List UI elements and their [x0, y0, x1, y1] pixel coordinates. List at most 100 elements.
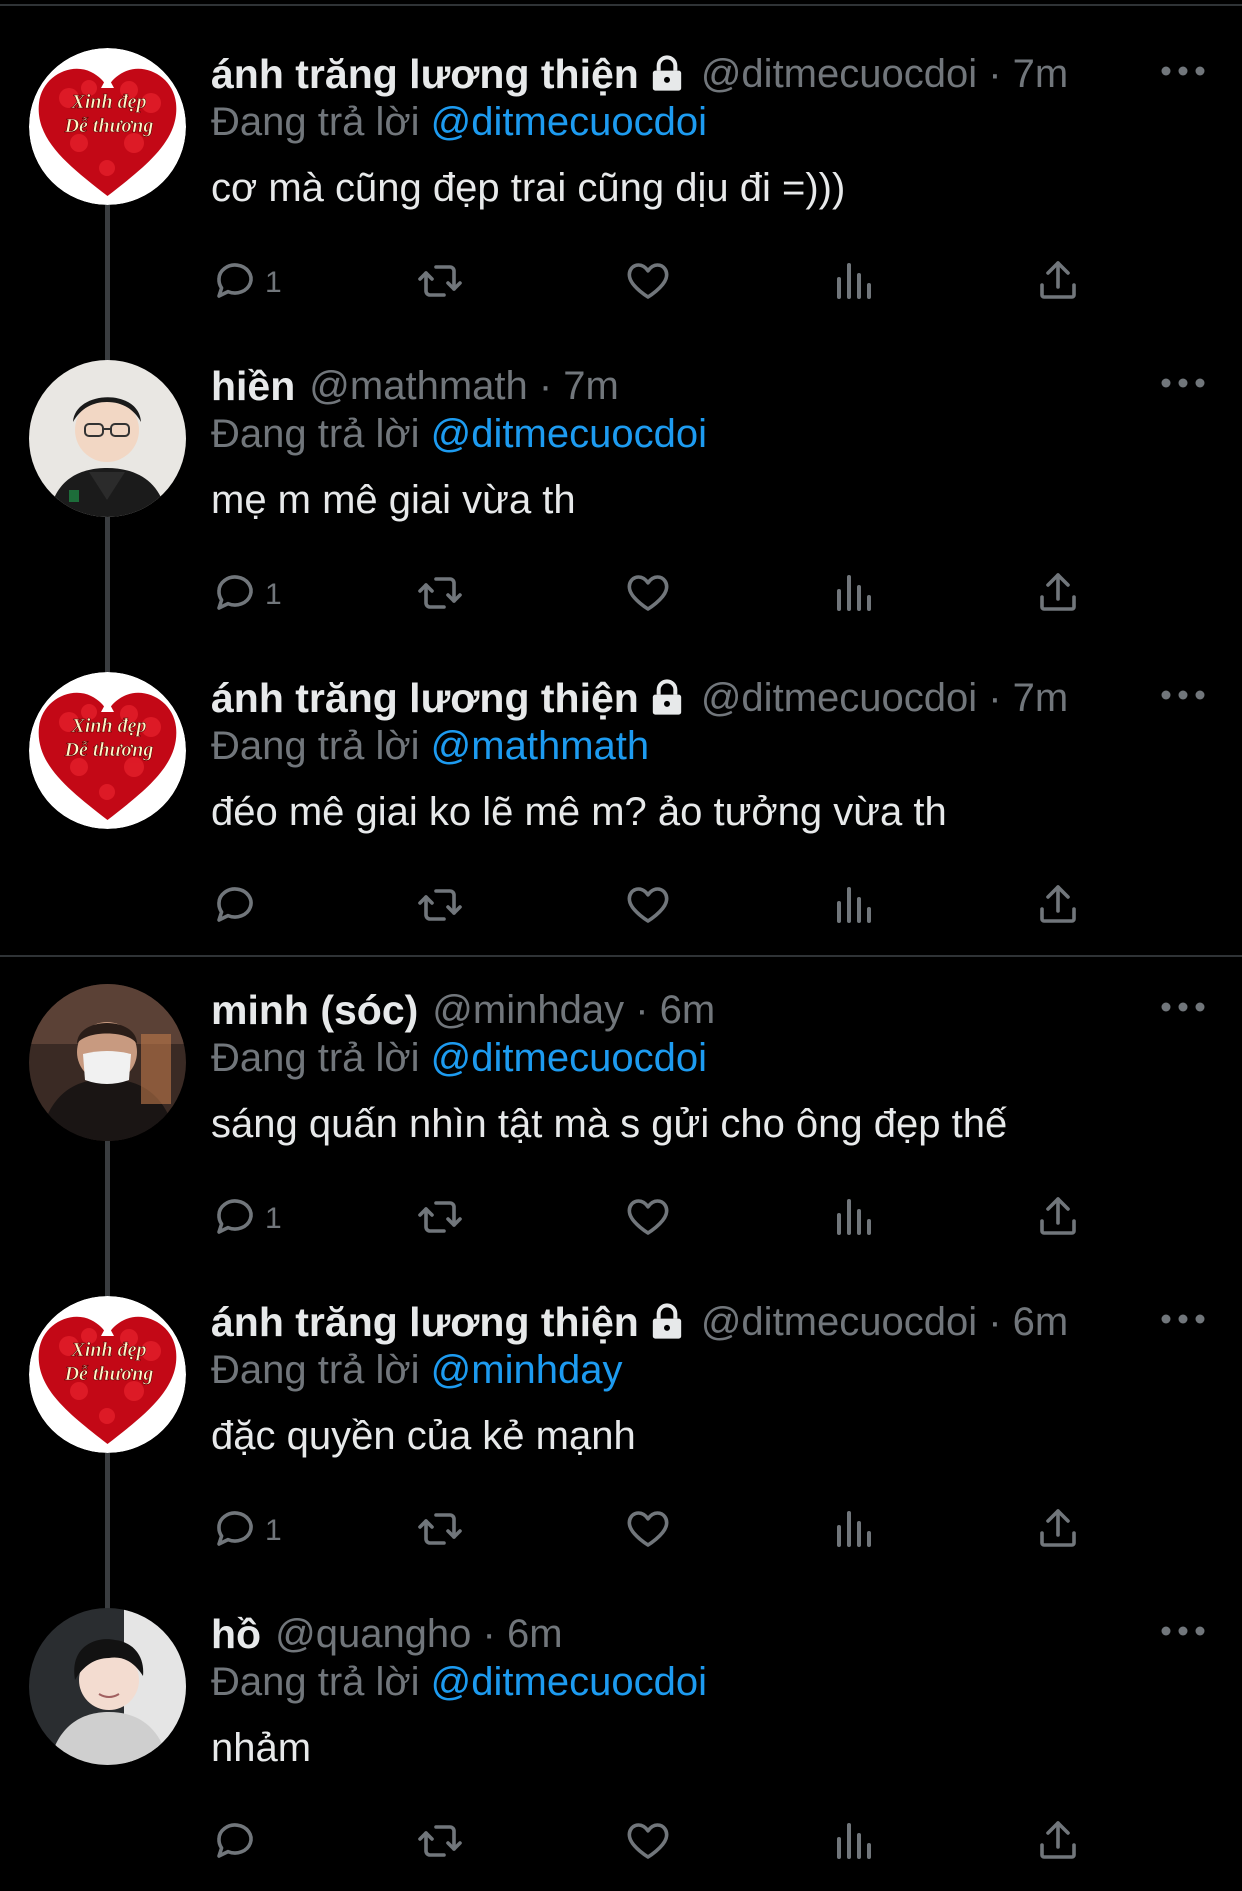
retweet-button[interactable]: [416, 1194, 464, 1244]
replying-to-label: Đang trả lời: [211, 1660, 420, 1704]
tweet-text: mẹ m mê giai vừa th: [211, 478, 576, 522]
views-button[interactable]: [829, 570, 877, 620]
handle-time: @quangho · 6m: [275, 1611, 563, 1656]
thread-divider: [0, 955, 1242, 957]
tweet-header: minh (sóc) @minhday · 6m: [211, 986, 715, 1034]
replying-to: Đang trả lời @minhday: [211, 1348, 622, 1393]
thread-connector: [105, 1453, 110, 1609]
svg-text:Xinh đẹp: Xinh đẹp: [70, 1339, 146, 1361]
reply-button[interactable]: [211, 1818, 265, 1868]
share-button[interactable]: [1034, 570, 1082, 620]
like-button[interactable]: [624, 258, 672, 308]
avatar[interactable]: Xinh đẹp Dễ thương: [29, 48, 186, 205]
svg-text:Dễ thương: Dễ thương: [64, 115, 154, 137]
thread-connector: [105, 1141, 110, 1297]
views-icon: [829, 1817, 877, 1870]
retweet-icon: [416, 569, 464, 622]
display-name[interactable]: minh (sóc): [211, 987, 418, 1034]
tweet-text: cơ mà cũng đẹp trai cũng dịu đi =))): [211, 166, 846, 210]
replying-to-label: Đang trả lời: [211, 412, 420, 456]
views-button[interactable]: [829, 258, 877, 308]
reply-handle-link[interactable]: @ditmecuocdoi: [431, 1660, 707, 1704]
views-button[interactable]: [829, 1818, 877, 1868]
share-icon: [1034, 569, 1082, 622]
like-button[interactable]: [624, 1818, 672, 1868]
replying-to-label: Đang trả lời: [211, 1348, 420, 1392]
tweet-header: ánh trăng lương thiện @ditmecuocdoi · 7m: [211, 50, 1068, 98]
share-button[interactable]: [1034, 258, 1082, 308]
action-bar: 1: [211, 258, 1111, 308]
thread-connector: [105, 517, 110, 673]
like-button[interactable]: [624, 882, 672, 932]
like-button[interactable]: [624, 1506, 672, 1556]
display-name[interactable]: hiền: [211, 363, 295, 410]
reply-button[interactable]: 1: [211, 570, 282, 620]
share-button[interactable]: [1034, 1818, 1082, 1868]
reply-icon: [211, 881, 259, 934]
views-icon: [829, 257, 877, 310]
display-name[interactable]: hồ: [211, 1611, 261, 1658]
views-button[interactable]: [829, 1194, 877, 1244]
more-icon[interactable]: [1158, 680, 1208, 710]
share-icon: [1034, 1193, 1082, 1246]
reply-count: 1: [265, 1514, 282, 1547]
more-icon[interactable]: [1158, 56, 1208, 86]
retweet-button[interactable]: [416, 882, 464, 932]
handle-time: @ditmecuocdoi · 7m: [700, 51, 1069, 96]
share-button[interactable]: [1034, 1194, 1082, 1244]
replying-to: Đang trả lời @ditmecuocdoi: [211, 412, 707, 457]
action-bar: 1: [211, 570, 1111, 620]
tweet-header: ánh trăng lương thiện @ditmecuocdoi · 7m: [211, 674, 1068, 722]
reply-button[interactable]: [211, 882, 265, 932]
reply-icon: [211, 1193, 259, 1246]
display-name[interactable]: ánh trăng lương thiện: [211, 51, 639, 98]
views-icon: [829, 1193, 877, 1246]
display-name[interactable]: ánh trăng lương thiện: [211, 675, 639, 722]
retweet-icon: [416, 257, 464, 310]
retweet-button[interactable]: [416, 1506, 464, 1556]
tweet-header: ánh trăng lương thiện @ditmecuocdoi · 6m: [211, 1298, 1068, 1346]
views-button[interactable]: [829, 882, 877, 932]
retweet-button[interactable]: [416, 258, 464, 308]
avatar[interactable]: Xinh đẹp Dễ thương: [29, 672, 186, 829]
tweet-header: hiền @mathmath · 7m: [211, 362, 619, 410]
display-name[interactable]: ánh trăng lương thiện: [211, 1299, 639, 1346]
more-icon[interactable]: [1158, 992, 1208, 1022]
replying-to: Đang trả lời @ditmecuocdoi: [211, 100, 707, 145]
share-button[interactable]: [1034, 882, 1082, 932]
action-bar: 1: [211, 1506, 1111, 1556]
like-button[interactable]: [624, 1194, 672, 1244]
views-button[interactable]: [829, 1506, 877, 1556]
avatar[interactable]: [29, 360, 186, 517]
like-button[interactable]: [624, 570, 672, 620]
more-icon[interactable]: [1158, 368, 1208, 398]
share-button[interactable]: [1034, 1506, 1082, 1556]
reply-handle-link[interactable]: @ditmecuocdoi: [431, 412, 707, 456]
reply-handle-link[interactable]: @minhday: [431, 1348, 623, 1392]
avatar[interactable]: [29, 1608, 186, 1765]
like-icon: [624, 1817, 672, 1870]
more-icon[interactable]: [1158, 1304, 1208, 1334]
share-icon: [1034, 881, 1082, 934]
share-icon: [1034, 1817, 1082, 1870]
retweet-icon: [416, 1505, 464, 1558]
avatar[interactable]: [29, 984, 186, 1141]
like-icon: [624, 257, 672, 310]
thread-connector: [105, 205, 110, 361]
avatar[interactable]: Xinh đẹp Dễ thương: [29, 1296, 186, 1453]
reply-button[interactable]: 1: [211, 258, 282, 308]
more-icon[interactable]: [1158, 1616, 1208, 1646]
retweet-button[interactable]: [416, 1818, 464, 1868]
handle-time: @minhday · 6m: [432, 987, 716, 1032]
reply-handle-link[interactable]: @ditmecuocdoi: [431, 100, 707, 144]
reply-button[interactable]: 1: [211, 1194, 282, 1244]
reply-handle-link[interactable]: @mathmath: [431, 724, 649, 768]
replying-to-label: Đang trả lời: [211, 724, 420, 768]
reply-button[interactable]: 1: [211, 1506, 282, 1556]
action-bar: [211, 1818, 1111, 1868]
retweet-button[interactable]: [416, 570, 464, 620]
reply-handle-link[interactable]: @ditmecuocdoi: [431, 1036, 707, 1080]
like-icon: [624, 1193, 672, 1246]
tweet-text: nhảm: [211, 1726, 312, 1770]
reply-icon: [211, 1817, 259, 1870]
